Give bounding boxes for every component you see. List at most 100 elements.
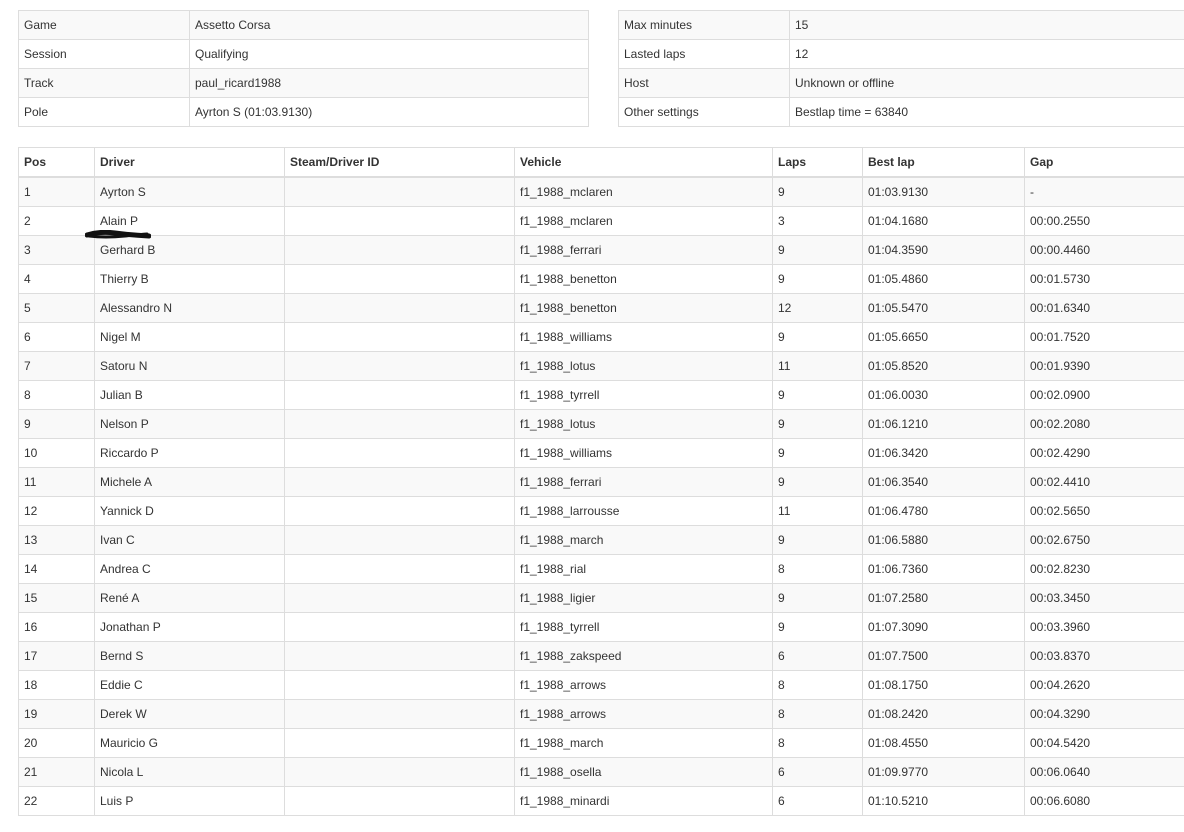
gap-cell: 00:04.2620 — [1024, 670, 1184, 700]
gap-cell: 00:00.2550 — [1024, 206, 1184, 236]
driver-cell: Michele A — [94, 467, 285, 497]
info-row-session: Session Qualifying — [18, 39, 589, 69]
best-lap-cell: 01:06.0030 — [862, 380, 1025, 410]
info-row-pole: Pole Ayrton S (01:03.9130) — [18, 97, 589, 127]
best-lap-cell: 01:07.7500 — [862, 641, 1025, 671]
vehicle-cell: f1_1988_ferrari — [514, 235, 773, 265]
column-header-laps: Laps — [772, 147, 863, 178]
steam-id-cell — [284, 351, 515, 381]
pos-cell: 3 — [18, 235, 95, 265]
pos-cell: 17 — [18, 641, 95, 671]
driver-cell: Mauricio G — [94, 728, 285, 758]
pos-cell: 7 — [18, 351, 95, 381]
steam-id-cell — [284, 525, 515, 555]
vehicle-cell: f1_1988_march — [514, 728, 773, 758]
table-row: 15 René A f1_1988_ligier 9 01:07.2580 00:03.3… — [18, 583, 1184, 613]
best-lap-cell: 01:05.4860 — [862, 264, 1025, 294]
driver-cell: Nicola L — [94, 757, 285, 787]
steam-id-cell — [284, 380, 515, 410]
steam-id-cell — [284, 554, 515, 584]
best-lap-cell: 01:06.4780 — [862, 496, 1025, 526]
info-value: Assetto Corsa — [189, 10, 589, 40]
pos-cell: 11 — [18, 467, 95, 497]
info-row-track: Track paul_ricard1988 — [18, 68, 589, 98]
best-lap-cell: 01:04.1680 — [862, 206, 1025, 236]
vehicle-cell: f1_1988_lotus — [514, 409, 773, 439]
steam-id-cell — [284, 757, 515, 787]
gap-cell: 00:06.0640 — [1024, 757, 1184, 787]
pos-cell: 9 — [18, 409, 95, 439]
results-header-row: Pos Driver Steam/Driver ID Vehicle Laps … — [18, 147, 1184, 178]
table-row: 9 Nelson Pf1_1988_lotus 9 01:06.1210 00:02.2… — [18, 409, 1184, 439]
gap-cell: 00:06.6080 — [1024, 786, 1184, 816]
laps-cell: 9 — [772, 467, 863, 497]
laps-cell: 8 — [772, 554, 863, 584]
gap-cell: 00:04.3290 — [1024, 699, 1184, 729]
steam-id-cell — [284, 235, 515, 265]
steam-id-cell — [284, 612, 515, 642]
gap-cell: 00:02.5650 — [1024, 496, 1184, 526]
driver-cell: Satoru N — [94, 351, 285, 381]
info-value: Bestlap time = 63840 — [789, 97, 1184, 127]
best-lap-cell: 01:06.3540 — [862, 467, 1025, 497]
info-row-host: Host Unknown or offline — [618, 68, 1184, 98]
driver-cell: Alessandro N — [94, 293, 285, 323]
best-lap-cell: 01:06.1210 — [862, 409, 1025, 439]
table-row: 12 Yannick D f1_1988_larrousse 11 01:06.4780… — [18, 496, 1184, 526]
table-row: 1 Ayrton S f1_1988_mclaren 9 01:03.9130- — [18, 176, 1184, 207]
laps-cell: 9 — [772, 264, 863, 294]
table-row: 8 Julian B f1_1988_tyrrell 9 01:06.0030 00:02… — [18, 380, 1184, 410]
vehicle-cell: f1_1988_rial — [514, 554, 773, 584]
laps-cell: 9 — [772, 176, 863, 207]
steam-id-cell — [284, 409, 515, 439]
gap-cell: 00:01.5730 — [1024, 264, 1184, 294]
gap-cell: - — [1024, 176, 1184, 207]
pos-cell: 12 — [18, 496, 95, 526]
vehicle-cell: f1_1988_tyrrell — [514, 380, 773, 410]
vehicle-cell: f1_1988_arrows — [514, 670, 773, 700]
laps-cell: 9 — [772, 235, 863, 265]
best-lap-cell: 01:06.3420 — [862, 438, 1025, 468]
steam-id-cell — [284, 176, 515, 207]
steam-id-cell — [284, 264, 515, 294]
pos-cell: 19 — [18, 699, 95, 729]
table-row: 6 Nigel M f1_1988_williams 9 01:05.6650 00:01… — [18, 322, 1184, 352]
column-header-best-lap: Best lap — [862, 147, 1025, 178]
laps-cell: 9 — [772, 583, 863, 613]
vehicle-cell: f1_1988_zakspeed — [514, 641, 773, 671]
gap-cell: 00:01.9390 — [1024, 351, 1184, 381]
gap-cell: 00:03.8370 — [1024, 641, 1184, 671]
pos-cell: 21 — [18, 757, 95, 787]
gap-cell: 00:03.3450 — [1024, 583, 1184, 613]
info-value: Unknown or offline — [789, 68, 1184, 98]
driver-cell: Riccardo P — [94, 438, 285, 468]
info-row-other-settings: Other settings Bestlap time = 63840 — [618, 97, 1184, 127]
laps-cell: 12 — [772, 293, 863, 323]
best-lap-cell: 01:07.3090 — [862, 612, 1025, 642]
laps-cell: 9 — [772, 612, 863, 642]
gap-cell: 00:02.4410 — [1024, 467, 1184, 497]
pos-cell: 20 — [18, 728, 95, 758]
pos-cell: 18 — [18, 670, 95, 700]
results-table: Pos Driver Steam/Driver ID Vehicle Laps … — [18, 147, 1184, 816]
steam-id-cell — [284, 467, 515, 497]
pos-cell: 22 — [18, 786, 95, 816]
pos-cell: 5 — [18, 293, 95, 323]
best-lap-cell: 01:05.5470 — [862, 293, 1025, 323]
column-header-pos: Pos — [18, 147, 95, 178]
best-lap-cell: 01:06.7360 — [862, 554, 1025, 584]
info-label: Lasted laps — [618, 39, 790, 69]
driver-cell: Nigel M — [94, 322, 285, 352]
best-lap-cell: 01:04.3590 — [862, 235, 1025, 265]
pos-cell: 6 — [18, 322, 95, 352]
best-lap-cell: 01:05.6650 — [862, 322, 1025, 352]
gap-cell: 00:02.6750 — [1024, 525, 1184, 555]
pos-cell: 10 — [18, 438, 95, 468]
vehicle-cell: f1_1988_arrows — [514, 699, 773, 729]
vehicle-cell: f1_1988_benetton — [514, 264, 773, 294]
best-lap-cell: 01:06.5880 — [862, 525, 1025, 555]
column-header-steam-id: Steam/Driver ID — [284, 147, 515, 178]
table-row: 14 Andrea C f1_1988_rial 8 01:06.7360 00:02.8… — [18, 554, 1184, 584]
vehicle-cell: f1_1988_ferrari — [514, 467, 773, 497]
info-value: 12 — [789, 39, 1184, 69]
